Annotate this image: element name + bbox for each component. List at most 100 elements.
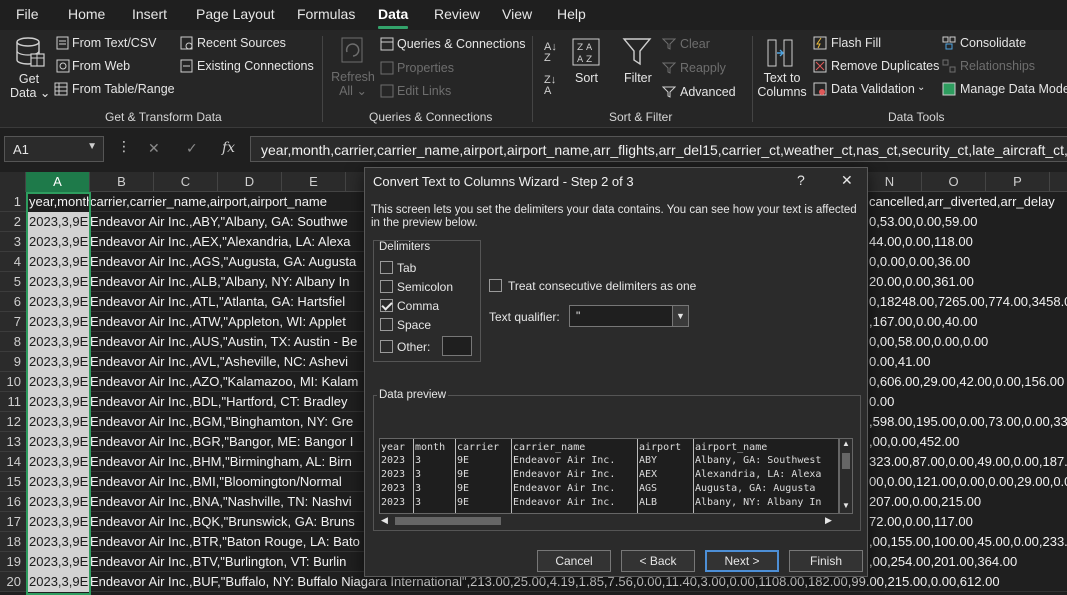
menu-view[interactable]: View: [502, 6, 532, 22]
flash-fill-button[interactable]: Flash Fill: [831, 36, 881, 50]
advanced-button[interactable]: Advanced: [680, 85, 736, 99]
get-data-button[interactable]: Get Data ⌄: [10, 72, 50, 100]
delimiter-label-comma[interactable]: Comma: [397, 299, 439, 313]
sort-button[interactable]: Sort: [575, 71, 598, 85]
text-to-columns-button[interactable]: Text to Columns: [756, 71, 808, 99]
chevron-up-icon[interactable]: ▲: [842, 439, 850, 448]
properties-button[interactable]: Properties: [397, 61, 454, 75]
row-header[interactable]: 11: [0, 392, 26, 412]
column-header-e[interactable]: E: [282, 172, 346, 192]
column-header-c[interactable]: C: [154, 172, 218, 192]
name-box[interactable]: A1 ▼: [4, 136, 104, 162]
delimiter-label-other[interactable]: Other:: [397, 340, 430, 354]
row-header[interactable]: 13: [0, 432, 26, 452]
chevron-down-icon[interactable]: ▼: [672, 306, 688, 326]
preview-horizontal-scrollbar[interactable]: ◀ ▶: [379, 514, 839, 528]
help-button[interactable]: ?: [797, 172, 805, 188]
cell-a[interactable]: 2023,3,9E,: [26, 572, 90, 592]
sort-az-icon[interactable]: A↓ Z Z↓ A: [544, 42, 557, 97]
preview-horizontal-thumb[interactable]: [395, 517, 501, 525]
insert-function-icon[interactable]: fx: [222, 140, 235, 156]
chevron-down-icon[interactable]: ⌄: [917, 82, 925, 93]
from-web-button[interactable]: From Web: [72, 59, 130, 73]
row-header[interactable]: 10: [0, 372, 26, 392]
remove-duplicates-button[interactable]: Remove Duplicates: [831, 59, 939, 73]
cell-right-text[interactable]: ,167.00,0.00,40.00: [868, 312, 1067, 332]
finish-button[interactable]: Finish: [789, 550, 863, 572]
cell-a[interactable]: 2023,3,9E,: [26, 232, 90, 252]
more-options-icon[interactable]: ⋮: [117, 138, 131, 155]
chevron-down-icon[interactable]: ▼: [842, 501, 850, 510]
cancel-entry-icon[interactable]: ✕: [148, 140, 160, 157]
row-header[interactable]: 2: [0, 212, 26, 232]
preview-vertical-scrollbar[interactable]: ▲ ▼: [839, 438, 853, 514]
row-header[interactable]: 16: [0, 492, 26, 512]
relationships-button[interactable]: Relationships: [960, 59, 1035, 73]
cell-right-text[interactable]: 0,0.00,0.00,36.00: [868, 252, 1067, 272]
cell-a[interactable]: 2023,3,9E,: [26, 412, 90, 432]
row-header[interactable]: 19: [0, 552, 26, 572]
treat-consecutive-checkbox[interactable]: [489, 279, 502, 292]
cell-right-text[interactable]: cancelled,arr_diverted,arr_delay: [868, 192, 1067, 212]
cell-right-text[interactable]: 44.00,0.00,118.00: [868, 232, 1067, 252]
menu-page-layout[interactable]: Page Layout: [196, 6, 275, 22]
menu-home[interactable]: Home: [68, 6, 105, 22]
delimiter-label-tab[interactable]: Tab: [397, 261, 416, 275]
cell-a[interactable]: 2023,3,9E,: [26, 212, 90, 232]
cell-right-text[interactable]: ,00,0.00,452.00: [868, 432, 1067, 452]
cell-right-text[interactable]: 72.00,0.00,117.00: [868, 512, 1067, 532]
menu-insert[interactable]: Insert: [132, 6, 167, 22]
column-header-p[interactable]: P: [986, 172, 1050, 192]
cell-a[interactable]: 2023,3,9E,: [26, 532, 90, 552]
menu-data[interactable]: Data: [378, 6, 408, 22]
cell-a[interactable]: 2023,3,9E,: [26, 552, 90, 572]
row-header[interactable]: 17: [0, 512, 26, 532]
recent-sources-button[interactable]: Recent Sources: [197, 36, 286, 50]
menu-help[interactable]: Help: [557, 6, 586, 22]
menu-formulas[interactable]: Formulas: [297, 6, 355, 22]
delimiter-checkbox-semicolon[interactable]: [380, 280, 393, 293]
chevron-left-icon[interactable]: ◀: [381, 515, 388, 526]
preview-vertical-thumb[interactable]: [842, 453, 850, 469]
next-button[interactable]: Next >: [705, 550, 779, 572]
row-header[interactable]: 3: [0, 232, 26, 252]
row-header[interactable]: 14: [0, 452, 26, 472]
filter-button[interactable]: Filter: [624, 71, 652, 85]
chevron-down-icon[interactable]: ▼: [87, 141, 97, 152]
consolidate-button[interactable]: Consolidate: [960, 36, 1026, 50]
confirm-entry-icon[interactable]: ✓: [186, 140, 198, 157]
delimiter-checkbox-tab[interactable]: [380, 261, 393, 274]
cell-a[interactable]: 2023,3,9E,: [26, 272, 90, 292]
clear-button[interactable]: Clear: [680, 37, 710, 51]
cell-a[interactable]: 2023,3,9E,: [26, 512, 90, 532]
cell-a[interactable]: year,month: [26, 192, 90, 212]
from-table-range-button[interactable]: From Table/Range: [72, 82, 175, 96]
treat-consecutive-label[interactable]: Treat consecutive delimiters as one: [508, 279, 696, 293]
other-delimiter-input[interactable]: [442, 336, 472, 356]
back-button[interactable]: < Back: [621, 550, 695, 572]
row-header[interactable]: 9: [0, 352, 26, 372]
row-header[interactable]: 6: [0, 292, 26, 312]
cell-right-text[interactable]: 00,0.00,121.00,0.00,0.00,29.00,0.0: [868, 472, 1067, 492]
row-header[interactable]: 1: [0, 192, 26, 212]
select-all-corner[interactable]: [0, 172, 26, 192]
row-header[interactable]: 5: [0, 272, 26, 292]
cell-a[interactable]: 2023,3,9E,: [26, 452, 90, 472]
cancel-button[interactable]: Cancel: [537, 550, 611, 572]
cell-right-text[interactable]: 0,53.00,0.00,59.00: [868, 212, 1067, 232]
row-header[interactable]: 12: [0, 412, 26, 432]
close-button[interactable]: ✕: [841, 172, 853, 189]
menu-file[interactable]: File: [16, 6, 39, 22]
row-header[interactable]: 15: [0, 472, 26, 492]
menu-review[interactable]: Review: [434, 6, 480, 22]
cell-a[interactable]: 2023,3,9E,: [26, 292, 90, 312]
cell-a[interactable]: 2023,3,9E,: [26, 492, 90, 512]
column-header-o[interactable]: O: [922, 172, 986, 192]
delimiter-checkbox-space[interactable]: [380, 318, 393, 331]
text-qualifier-select[interactable]: " ▼: [569, 305, 689, 327]
data-validation-button[interactable]: Data Validation: [831, 82, 915, 96]
cell-right-text[interactable]: ,00,155.00,100.00,45.00,0.00,233.: [868, 532, 1067, 552]
formula-input[interactable]: year,month,carrier,carrier_name,airport,…: [250, 136, 1067, 162]
edit-links-button[interactable]: Edit Links: [397, 84, 451, 98]
column-header-d[interactable]: D: [218, 172, 282, 192]
